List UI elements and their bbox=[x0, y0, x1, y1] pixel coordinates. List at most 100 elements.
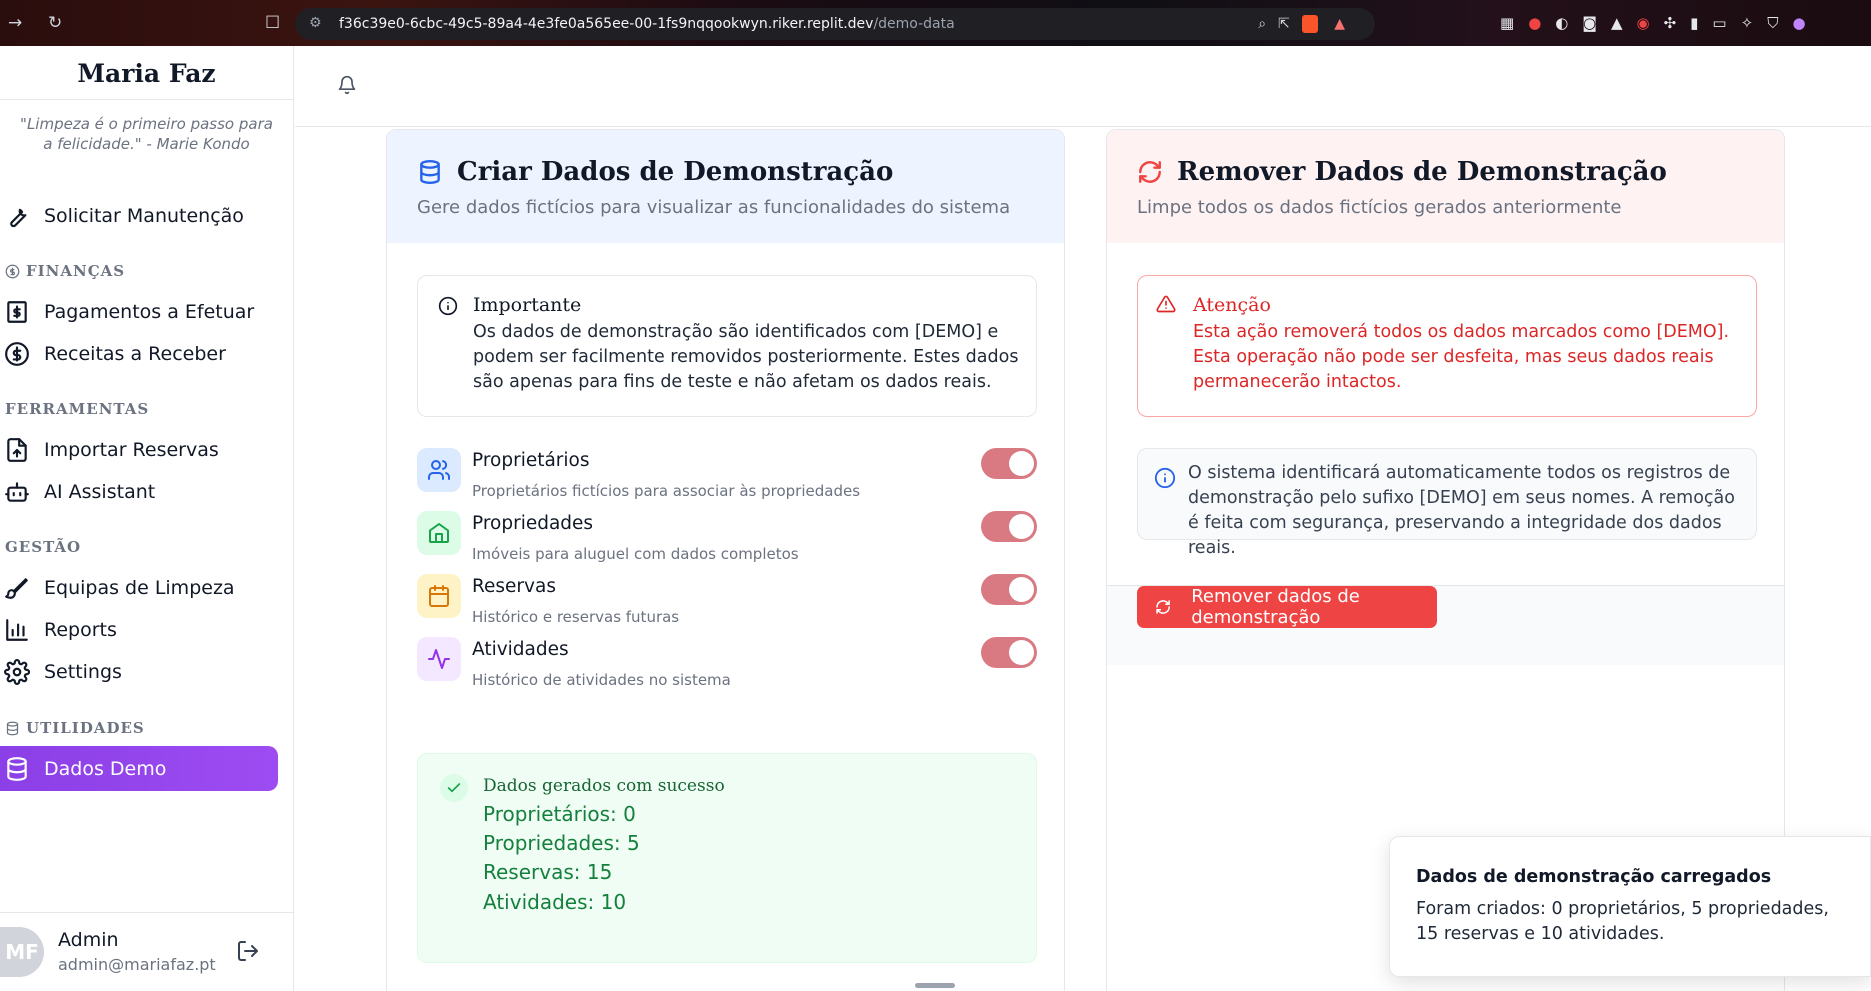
reservations-icon-box bbox=[417, 574, 461, 618]
bar-chart-icon bbox=[6, 619, 28, 641]
sidebar-item-label: Pagamentos a Efetuar bbox=[44, 301, 255, 323]
user-name: Admin bbox=[58, 929, 119, 951]
info-icon bbox=[438, 296, 458, 316]
database-icon bbox=[6, 721, 19, 735]
properties-icon-box bbox=[417, 511, 461, 555]
toast-message: Foram criados: 0 proprietários, 5 propri… bbox=[1416, 899, 1829, 944]
wallet-icon[interactable]: ▭ bbox=[1712, 14, 1740, 32]
extension-icon[interactable]: ● bbox=[1528, 14, 1555, 32]
option-label: Proprietários bbox=[472, 450, 590, 471]
brave-shield-icon[interactable] bbox=[1301, 15, 1318, 33]
activities-icon-box bbox=[417, 637, 461, 681]
circle-dollar-icon bbox=[5, 342, 29, 366]
file-upload-icon bbox=[7, 438, 27, 462]
bookmark-icon[interactable]: ☐ bbox=[265, 13, 280, 33]
create-demo-card: Criar Dados de Demonstração Gere dados f… bbox=[386, 129, 1065, 991]
warning-title: Atenção bbox=[1193, 294, 1271, 316]
warning-box: Atenção Esta ação removerá todos os dado… bbox=[1137, 275, 1757, 417]
brand-logo[interactable]: Maria Faz bbox=[0, 46, 293, 100]
option-reservas: Reservas Histórico e reservas futuras bbox=[417, 574, 1037, 634]
atividades-toggle[interactable] bbox=[981, 637, 1037, 668]
sidebar-item-label: Receitas a Receber bbox=[44, 343, 226, 365]
vpn-icon[interactable]: ⛉ bbox=[1767, 14, 1792, 32]
browser-toolbar: → ↻ ☐ ⚙ f36c39e0-6cbc-49c5-89a4-4e3fe0a5… bbox=[0, 0, 1871, 46]
remove-demo-button[interactable]: Remover dados de demonstração bbox=[1137, 586, 1437, 628]
site-info-icon[interactable]: ⚙ bbox=[309, 15, 322, 31]
check-icon bbox=[447, 783, 461, 793]
extensions-bar: ▦●◐◙▲◉✣▮▭✧⛉● bbox=[1500, 14, 1820, 32]
puzzle-icon[interactable]: ✣ bbox=[1664, 14, 1691, 32]
scroll-handle[interactable] bbox=[915, 983, 955, 988]
notifications-button[interactable] bbox=[337, 75, 357, 99]
sidebar-item-label: Settings bbox=[44, 661, 122, 683]
forward-icon[interactable]: → bbox=[8, 13, 22, 33]
wrench-icon bbox=[10, 208, 27, 228]
success-title: Dados gerados com sucesso bbox=[483, 776, 725, 796]
avatar[interactable]: MF bbox=[0, 927, 44, 977]
bell-icon bbox=[338, 75, 356, 95]
camera-icon[interactable]: ◙ bbox=[1582, 14, 1611, 32]
card-title: Remover Dados de Demonstração bbox=[1137, 157, 1754, 187]
card-title: Criar Dados de Demonstração bbox=[417, 157, 1034, 187]
gear-icon bbox=[4, 659, 30, 685]
success-line: Atividades: 10 bbox=[483, 890, 627, 914]
extension-icon[interactable]: ◉ bbox=[1636, 14, 1663, 32]
propriedades-toggle[interactable] bbox=[981, 511, 1037, 542]
option-atividades: Atividades Histórico de atividades no si… bbox=[417, 637, 1037, 697]
activity-icon bbox=[428, 649, 450, 669]
success-line: Reservas: 15 bbox=[483, 860, 613, 884]
address-bar[interactable]: ⚙ f36c39e0-6cbc-49c5-89a4-4e3fe0a565ee-0… bbox=[295, 8, 1375, 40]
section-financas: FINANÇAS bbox=[5, 262, 125, 280]
sidebar-item-solicitar-manutencao[interactable]: Solicitar Manutenção bbox=[0, 194, 280, 238]
logout-icon bbox=[238, 941, 258, 961]
option-label: Propriedades bbox=[472, 513, 594, 534]
zoom-icon[interactable]: ⌕ bbox=[1258, 16, 1278, 32]
database-icon bbox=[7, 756, 27, 781]
extension-icon[interactable]: ◐ bbox=[1555, 14, 1582, 32]
info-icon bbox=[1154, 467, 1176, 489]
sidebar-item-settings[interactable]: Settings bbox=[0, 650, 280, 694]
sidebar-item-pagamentos[interactable]: Pagamentos a Efetuar bbox=[0, 290, 280, 334]
check-icon-wrap bbox=[440, 774, 468, 802]
sidebar-item-label: Importar Reservas bbox=[44, 439, 219, 461]
card-subtitle: Gere dados fictícios para visualizar as … bbox=[417, 197, 1011, 218]
notice-title: Importante bbox=[473, 294, 582, 316]
section-gestao: GESTÃO bbox=[5, 538, 82, 556]
important-notice: Importante Os dados de demonstração são … bbox=[417, 275, 1037, 417]
sidebar-item-label: Dados Demo bbox=[44, 757, 167, 780]
success-line: Proprietários: 0 bbox=[483, 802, 636, 826]
share-icon[interactable]: ⇱ bbox=[1278, 16, 1302, 32]
card-header: Remover Dados de Demonstração Limpe todo… bbox=[1107, 130, 1784, 243]
leo-icon[interactable]: ✧ bbox=[1741, 14, 1768, 32]
bot-icon bbox=[5, 482, 29, 502]
sidebar-item-reports[interactable]: Reports bbox=[0, 608, 280, 652]
reload-icon[interactable]: ↻ bbox=[48, 13, 62, 33]
refresh-icon bbox=[1156, 600, 1170, 614]
toast-title: Dados de demonstração carregados bbox=[1416, 867, 1772, 887]
home-icon bbox=[429, 523, 449, 543]
proprietarios-toggle[interactable] bbox=[981, 448, 1037, 479]
sidebar-icon[interactable]: ▮ bbox=[1690, 14, 1712, 32]
refresh-icon bbox=[1139, 161, 1161, 183]
reservas-toggle[interactable] bbox=[981, 574, 1037, 605]
sidebar-item-equipas-limpeza[interactable]: Equipas de Limpeza bbox=[0, 566, 280, 610]
info-text: O sistema identificará automaticamente t… bbox=[1188, 463, 1735, 558]
sidebar-item-importar-reservas[interactable]: Importar Reservas bbox=[0, 428, 280, 472]
database-icon bbox=[420, 159, 440, 185]
user-panel: MF Admin admin@mariafaz.pt bbox=[0, 912, 294, 991]
extension-icon[interactable]: ▦ bbox=[1500, 14, 1528, 32]
users-icon bbox=[428, 460, 451, 480]
option-proprietarios: Proprietários Proprietários fictícios pa… bbox=[417, 448, 1037, 508]
extension-icon[interactable]: ▲ bbox=[1611, 14, 1637, 32]
logout-button[interactable] bbox=[236, 939, 260, 967]
sidebar-item-label: Equipas de Limpeza bbox=[44, 577, 235, 599]
profile-icon[interactable]: ● bbox=[1792, 14, 1819, 32]
sidebar-item-receitas[interactable]: Receitas a Receber bbox=[0, 332, 280, 376]
sidebar-item-dados-demo[interactable]: Dados Demo bbox=[0, 746, 278, 791]
alert-triangle-icon bbox=[1156, 295, 1176, 313]
sidebar-item-label: Solicitar Manutenção bbox=[44, 205, 244, 227]
card-subtitle: Limpe todos os dados fictícios gerados a… bbox=[1137, 197, 1622, 218]
rewards-icon[interactable]: ▲ bbox=[1334, 16, 1357, 32]
calendar-icon bbox=[429, 585, 449, 607]
sidebar-item-ai-assistant[interactable]: AI Assistant bbox=[0, 470, 280, 514]
